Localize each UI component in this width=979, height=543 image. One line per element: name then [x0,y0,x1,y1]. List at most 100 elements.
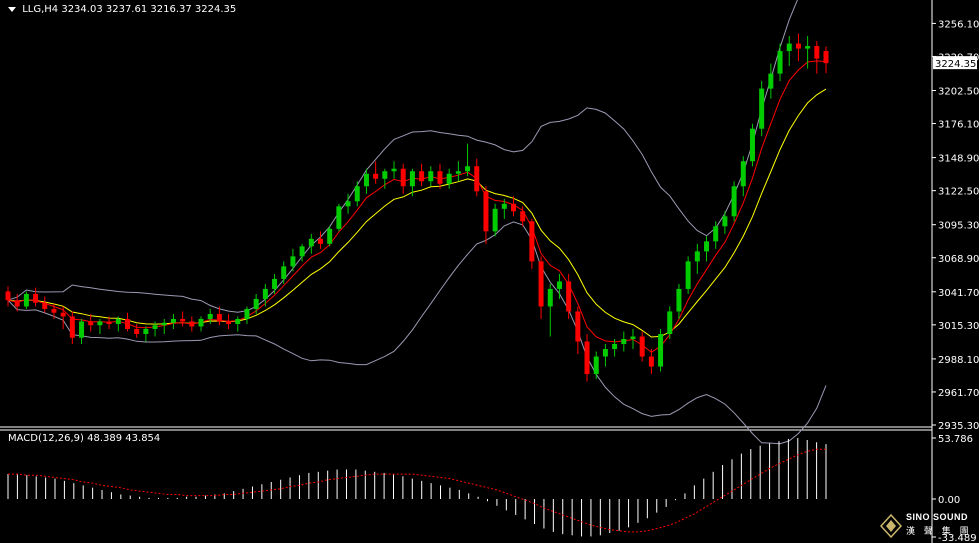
candle-body [658,333,664,367]
candle-body [216,313,222,322]
candle-body [143,328,149,334]
ma-fast-line [7,60,827,353]
candle-body [722,216,728,227]
candle-body [465,166,471,172]
candle-body [492,208,498,232]
bollinger-upper [7,0,798,313]
macd-tick-label: 0.00 [938,495,960,506]
candle-body [740,161,746,187]
candle-body [134,328,140,334]
candle-body [602,349,608,357]
candle-body [428,171,434,182]
candle-body [170,318,176,323]
candle-body [106,321,112,324]
price-tick-label: 3202.50 [938,87,979,98]
candle-body [198,318,204,327]
candle-body [354,186,360,202]
candle-body [189,321,195,327]
price-tick-label: 3095.30 [938,221,979,232]
candle-body [345,201,351,207]
candle-body [317,238,323,244]
bollinger-lower [7,221,827,445]
candle-body [51,308,57,313]
candle-body [556,281,562,289]
candle-body [667,311,673,334]
candle-body [612,344,618,350]
price-tick-label: 2988.10 [938,355,979,366]
candle-body [437,171,443,184]
candle-body [290,256,296,267]
candle-body [23,293,29,307]
candle-body [244,308,250,319]
logo-text-en: SINO SOUND [906,512,969,522]
candle-body [648,356,654,367]
candle-body [299,246,305,257]
candle-body [731,186,737,217]
candle-body [621,338,627,345]
candle-body [419,171,425,182]
candle-body [409,171,415,187]
candle-body [33,293,39,303]
candle-body [382,171,388,179]
candle-body [281,266,287,279]
chart-canvas: 3256.103229.703202.503176.103148.903122.… [0,0,979,543]
symbol-label: LLG,H4 [22,4,59,15]
candle-body [14,300,20,307]
candle-body [501,203,507,209]
macd-histogram [7,438,827,537]
candle-body [749,128,755,162]
candlesticks [5,33,829,382]
chevron-down-icon[interactable] [8,6,16,12]
candle-body [373,173,379,179]
candle-body [805,46,811,49]
candle-body [391,168,397,172]
chart-frame [0,0,933,543]
candle-body [593,356,599,375]
price-tick-label: 3068.90 [938,254,979,265]
candle-body [42,302,48,309]
price-tick-label: 2961.70 [938,388,979,399]
candle-body [823,51,829,64]
chart-header: LLG,H4 3234.03 3237.61 3216.37 3224.35 [8,4,236,15]
candle-body [584,341,590,375]
candle-body [529,221,535,262]
candle-body [88,321,94,326]
candle-body [694,251,700,262]
price-axis: 3256.103229.703202.503176.103148.903122.… [932,19,979,432]
candle-body [272,278,278,289]
candle-body [69,316,75,338]
candle-body [226,321,232,324]
candle-body [235,318,241,324]
last-price-label: 3224.35 [935,59,976,70]
candle-body [308,238,314,247]
candle-body [180,318,186,322]
macd-header: MACD(12,26,9) 48.389 43.854 [8,433,160,444]
candle-body [79,321,85,338]
candle-body [520,211,526,222]
candle-body [759,88,765,129]
macd-label: MACD(12,26,9) 48.389 43.854 [8,433,161,444]
ohlc-values: 3234.03 3237.61 3216.37 3224.35 [61,4,237,15]
candle-body [795,43,801,49]
candle-body [538,261,544,307]
candle-body [115,318,121,324]
logo-icon [880,514,902,538]
candle-body [253,298,259,309]
candle-body [97,321,103,326]
candle-body [704,241,710,252]
candle-body [400,168,406,187]
price-tick-label: 3041.70 [938,288,979,299]
macd-tick-label: 53.786 [938,434,973,445]
candle-body [207,313,213,319]
candle-body [786,43,792,52]
price-tick-label: 3148.90 [938,154,979,165]
price-tick-label: 2935.30 [938,421,979,432]
price-tick-label: 3122.50 [938,187,979,198]
moving-averages [7,60,827,353]
candle-body [161,322,167,326]
candle-body [483,191,489,232]
candle-body [639,336,645,357]
price-tick-label: 3015.30 [938,321,979,332]
price-tick-label: 3176.10 [938,120,979,131]
candle-body [363,173,369,187]
